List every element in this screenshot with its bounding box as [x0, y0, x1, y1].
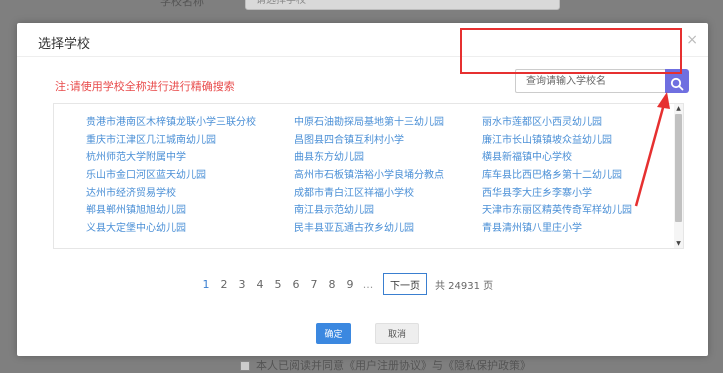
page-9[interactable]: 9 [341, 278, 359, 291]
select-school-dialog: 选择学校 × 注:请使用学校全称进行进行精确搜索 贵港市港南区木梓镇龙联小学三联… [17, 23, 708, 356]
school-list-item[interactable]: 廉江市长山镇镇坡众益幼儿园 [482, 134, 666, 148]
search-notice: 注:请使用学校全称进行进行精确搜索 [55, 80, 235, 93]
school-list-item[interactable]: 郸县郸州镇旭旭幼儿园 [86, 204, 294, 218]
cancel-button[interactable]: 取消 [375, 323, 419, 344]
school-list-item[interactable]: 乐山市金口河区蓝天幼儿园 [86, 169, 294, 183]
agreement-checkbox [240, 361, 250, 371]
search-button[interactable] [665, 69, 689, 93]
school-list-item[interactable]: 成都市青白江区祥福小学校 [294, 187, 482, 201]
school-list-panel: 贵港市港南区木梓镇龙联小学三联分校 中原石油勘探局基地第十三幼儿园 丽水市莲都区小西… [53, 103, 684, 249]
scrollbar-thumb[interactable] [675, 114, 682, 222]
school-list-item[interactable]: 杭州师范大学附属中学 [86, 151, 294, 165]
school-list-item[interactable]: 天津市东丽区精英传奇军样幼儿园 [482, 204, 666, 218]
dialog-header: 选择学校 × [17, 23, 708, 57]
pagination: 1 2 3 4 5 6 7 8 9 ... 下一页 共 24931 页 [197, 273, 493, 295]
page-4[interactable]: 4 [251, 278, 269, 291]
page-1[interactable]: 1 [197, 278, 215, 291]
school-list-item[interactable]: 丽水市莲都区小西灵幼儿园 [482, 116, 666, 130]
school-list-item[interactable]: 昌图县四合镇互利村小学 [294, 134, 482, 148]
school-list-item[interactable]: 南江县示范幼儿园 [294, 204, 482, 218]
school-list-item[interactable]: 曲县东方幼儿园 [294, 151, 482, 165]
school-list-item[interactable]: 库车县比西巴格乡第十二幼儿园 [482, 169, 666, 183]
search-input[interactable] [515, 69, 665, 93]
school-list-item[interactable]: 民丰县亚瓦通古孜乡幼儿园 [294, 222, 482, 236]
total-pages: 共 24931 页 [435, 280, 494, 292]
page-3[interactable]: 3 [233, 278, 251, 291]
school-list-item[interactable]: 重庆市江津区几江城南幼儿园 [86, 134, 294, 148]
school-list-item[interactable]: 高州市石板镇浩裕小学良埇分教点 [294, 169, 482, 183]
page-ellipsis: ... [362, 277, 374, 291]
page-5[interactable]: 5 [269, 278, 287, 291]
confirm-button[interactable]: 确定 [316, 323, 351, 344]
next-page-button[interactable]: 下一页 [383, 273, 427, 295]
triangle-down-icon[interactable]: ▼ [674, 239, 683, 248]
background-field-label: 学校名称 [160, 0, 204, 8]
school-list-item[interactable]: 义县大定堡中心幼儿园 [86, 222, 294, 236]
dialog-title: 选择学校 [38, 37, 91, 52]
page-7[interactable]: 7 [305, 278, 323, 291]
school-list: 贵港市港南区木梓镇龙联小学三联分校 中原石油勘探局基地第十三幼儿园 丽水市莲都区小西… [86, 116, 666, 236]
search-bar [515, 69, 695, 93]
school-list-item[interactable]: 贵港市港南区木梓镇龙联小学三联分校 [86, 116, 294, 130]
background-school-input: 请选择学校 [245, 0, 560, 10]
page-2[interactable]: 2 [215, 278, 233, 291]
agreement-text: 本人已阅读并同意《用户注册协议》与《隐私保护政策》 [256, 360, 531, 372]
background-agreement-row: 本人已阅读并同意《用户注册协议》与《隐私保护政策》 [240, 360, 660, 373]
search-icon [670, 77, 684, 90]
school-list-item[interactable]: 达州市经济贸易学校 [86, 187, 294, 201]
triangle-up-icon[interactable]: ▲ [674, 104, 683, 113]
school-list-scrollbar[interactable]: ▲ ▼ [674, 104, 683, 248]
school-list-item[interactable]: 青县清州镇八里庄小学 [482, 222, 666, 236]
school-list-item[interactable]: 中原石油勘探局基地第十三幼儿园 [294, 116, 482, 130]
close-icon[interactable]: × [686, 33, 698, 47]
school-list-item[interactable]: 横县新福镇中心学校 [482, 151, 666, 165]
page-8[interactable]: 8 [323, 278, 341, 291]
page-6[interactable]: 6 [287, 278, 305, 291]
school-list-item[interactable]: 西华县李大庄乡李寨小学 [482, 187, 666, 201]
